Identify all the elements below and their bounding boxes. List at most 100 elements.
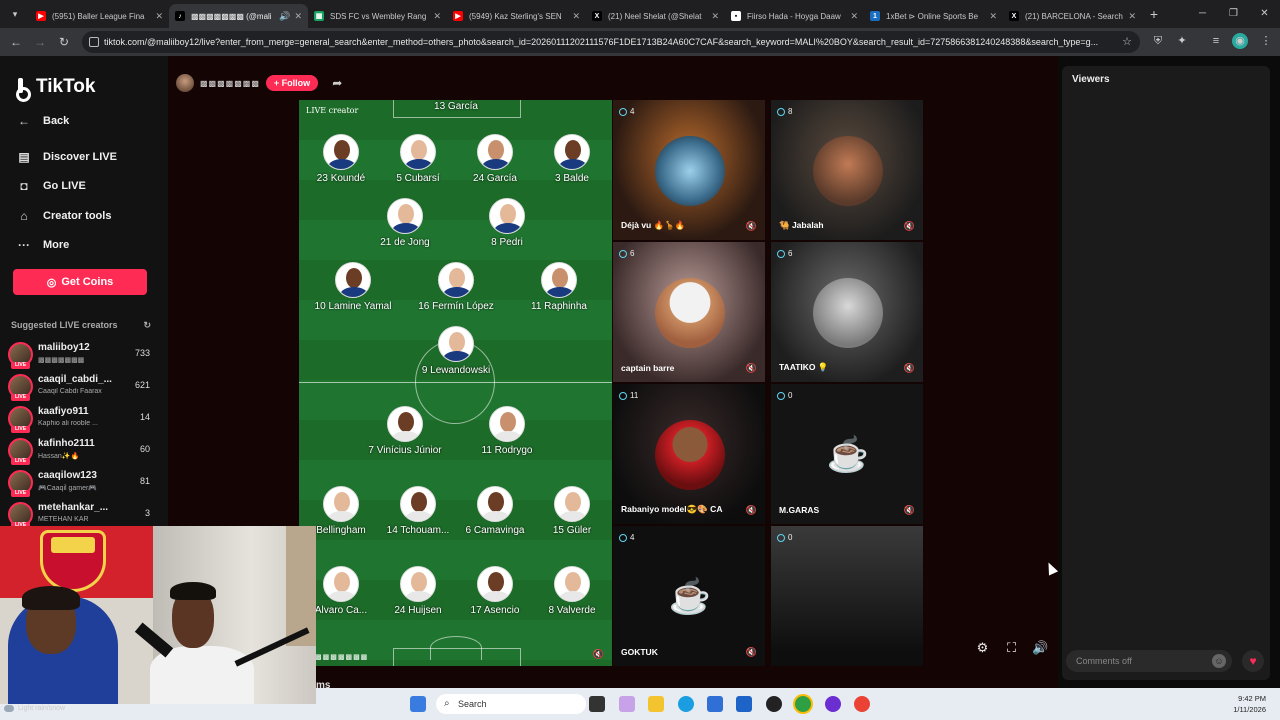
app-icon[interactable] <box>766 696 782 712</box>
sidebar-item-more[interactable]: ··· More <box>16 238 69 252</box>
store-icon[interactable] <box>707 696 723 712</box>
guest-tile[interactable]: 8 🐫 Jabalah 🔇 <box>771 100 923 240</box>
browser-tab[interactable]: ▶ (5951) Baller League Fina ✕ <box>30 4 169 28</box>
creator-item[interactable]: LIVE caaqilow123 🎮Caaqil gamer🎮 81 <box>8 468 158 498</box>
browser-tab-active[interactable]: ♪ ▩▩▩▩▩▩▩ (@mali 🔊 ✕ <box>169 4 308 28</box>
player-photo <box>387 198 423 234</box>
guest-tile[interactable]: ☕ 4 GOKTUK 🔇 <box>613 526 765 666</box>
sheets-icon: ▦ <box>314 11 324 21</box>
player-photo <box>554 134 590 170</box>
person-hair <box>22 586 80 610</box>
guest-avatar <box>655 420 725 490</box>
taskbar-search[interactable]: ⌕ Search <box>436 694 586 714</box>
host-avatar[interactable] <box>176 74 194 92</box>
browser-tab[interactable]: X (21) Neel Shelat (@Shelat ✕ <box>586 4 725 28</box>
player: 14 Tchouam... <box>376 486 460 536</box>
browser-tab[interactable]: ▶ (5949) Kaz Sterling's SEN ✕ <box>447 4 586 28</box>
sidebar-item-creator-tools[interactable]: ⌂ Creator tools <box>16 209 111 223</box>
penalty-arc <box>430 636 482 660</box>
taskbar-clock[interactable]: 9:42 PM 1/11/2026 <box>1233 693 1266 715</box>
cloud-icon <box>4 705 14 712</box>
menu-dots-icon[interactable]: ⋮ <box>1258 33 1274 49</box>
creator-item[interactable]: LIVE kafinho2111 Hassan✨🔥 60 <box>8 436 158 466</box>
viewer-count: 8 <box>777 107 792 116</box>
chrome-profile-icon[interactable] <box>854 696 870 712</box>
site-info-icon[interactable] <box>89 37 99 47</box>
close-tab-icon[interactable]: ✕ <box>433 11 441 22</box>
share-icon[interactable]: ➦ <box>332 76 342 90</box>
refresh-icon[interactable]: ↻ <box>143 320 151 331</box>
obs-icon[interactable] <box>825 696 841 712</box>
weather-widget[interactable]: Light rain/snow <box>4 705 65 712</box>
muted-mic-icon: 🔇 <box>903 505 915 515</box>
back-arrow-icon[interactable]: ← <box>4 35 28 49</box>
extensions-icon[interactable]: ✦ <box>1174 33 1190 49</box>
media-controls-icon[interactable]: ≡ <box>1208 33 1224 49</box>
comments-input[interactable]: Comments off ☺ <box>1066 650 1232 672</box>
creator-item[interactable]: LIVE kaafiyo911 Kaphio ali rooble ... 14 <box>8 404 158 434</box>
close-window-icon[interactable]: ✕ <box>1249 0 1280 28</box>
close-tab-icon[interactable]: ✕ <box>989 11 997 22</box>
file-explorer-icon[interactable] <box>648 696 664 712</box>
guest-tile[interactable]: 11 Rabaniyo model😎🎨 CA 🔇 <box>613 384 765 524</box>
settings-gear-icon[interactable]: ⚙ <box>968 640 997 656</box>
reload-icon[interactable]: ↻ <box>52 35 76 49</box>
get-coins-button[interactable]: ◎ Get Coins <box>13 269 147 295</box>
tab-search-icon[interactable]: ▾ <box>0 0 30 28</box>
close-tab-icon[interactable]: ✕ <box>850 11 858 22</box>
suggested-live-creators-heading: Suggested LIVE creators ↻ <box>11 320 151 330</box>
speaker-icon[interactable]: 🔊 <box>279 11 290 22</box>
emoji-icon[interactable]: ☺ <box>1212 654 1226 668</box>
guest-tile[interactable]: ☕ 0 M.GARAS 🔇 <box>771 384 923 524</box>
player-photo <box>400 566 436 602</box>
creator-item[interactable]: LIVE maliiboy12 ▩▩▩▩▩▩▩ 733 <box>8 340 158 370</box>
browser-tab[interactable]: 1 1xBet ⊳ Online Sports Be ✕ <box>864 4 1003 28</box>
guest-tile[interactable]: 0 <box>771 526 923 666</box>
close-tab-icon[interactable]: ✕ <box>294 11 302 22</box>
sidebar-item-go-live[interactable]: ◘ Go LIVE <box>16 179 85 193</box>
player-photo <box>477 566 513 602</box>
player: 6 Camavinga <box>453 486 537 536</box>
forward-arrow-icon[interactable]: → <box>28 35 52 49</box>
guest-tile[interactable]: 6 captain barre 🔇 <box>613 242 765 382</box>
more-dots-icon: ··· <box>18 238 30 252</box>
host-name[interactable]: ▩▩▩▩▩▩▩ <box>200 79 260 88</box>
close-tab-icon[interactable]: ✕ <box>572 11 580 22</box>
close-tab-icon[interactable]: ✕ <box>711 11 719 22</box>
tiktok-logo[interactable]: TikTok <box>16 76 95 102</box>
guest-tile[interactable]: 6 TAATIKO 💡 🔇 <box>771 242 923 382</box>
copilot-icon[interactable] <box>619 696 635 712</box>
camera-icon: ◘ <box>20 179 28 193</box>
player: 8 Pedri <box>465 198 549 248</box>
outlook-icon[interactable] <box>736 696 752 712</box>
new-tab-button[interactable]: + <box>1142 6 1166 22</box>
browser-tab[interactable]: ▪ Fiirso Hada - Hoyga Daaw ✕ <box>725 4 864 28</box>
follow-button[interactable]: + Follow <box>265 75 319 91</box>
url-bar[interactable]: tiktok.com/@maliiboy12/live?enter_from_m… <box>82 31 1140 53</box>
close-tab-icon[interactable]: ✕ <box>155 11 163 22</box>
volume-icon[interactable]: 🔊 <box>1026 640 1055 656</box>
minimize-icon[interactable]: ─ <box>1187 0 1218 28</box>
player-photo <box>477 134 513 170</box>
fullscreen-icon[interactable]: ⛶ <box>997 640 1026 656</box>
edge-icon[interactable] <box>678 696 694 712</box>
windows-start-icon[interactable] <box>410 696 426 712</box>
bookmark-star-icon[interactable]: ☆ <box>1122 35 1132 48</box>
back-button[interactable]: ← Back <box>16 114 69 128</box>
chrome-icon[interactable] <box>795 696 811 712</box>
eye-icon <box>777 249 785 258</box>
creator-item[interactable]: LIVE caaqil_cabdi_... Caaqil Cabdi Faarax 6… <box>8 372 158 402</box>
shield-icon[interactable]: ⛨ <box>1150 33 1166 49</box>
close-tab-icon[interactable]: ✕ <box>1128 11 1136 22</box>
guest-tile[interactable]: 4 Déjà vu 🔥🦒🔥 🔇 <box>613 100 765 240</box>
restore-icon[interactable]: ❐ <box>1218 0 1249 28</box>
browser-tab[interactable]: X (21) BARCELONA - Search ✕ <box>1003 4 1142 28</box>
sidebar-item-discover-live[interactable]: ▤ Discover LIVE <box>16 150 117 164</box>
profile-icon[interactable]: ◉ <box>1232 33 1248 49</box>
task-view-icon[interactable] <box>589 696 605 712</box>
like-heart-icon[interactable]: ♥ <box>1242 650 1264 672</box>
mouse-cursor <box>1043 560 1059 576</box>
viewer-count: 0 <box>777 391 792 400</box>
browser-tab-bar: ▾ ▶ (5951) Baller League Fina ✕ ♪ ▩▩▩▩▩▩▩ (… <box>0 0 1280 28</box>
browser-tab[interactable]: ▦ SDS FC vs Wembley Rang ✕ <box>308 4 447 28</box>
